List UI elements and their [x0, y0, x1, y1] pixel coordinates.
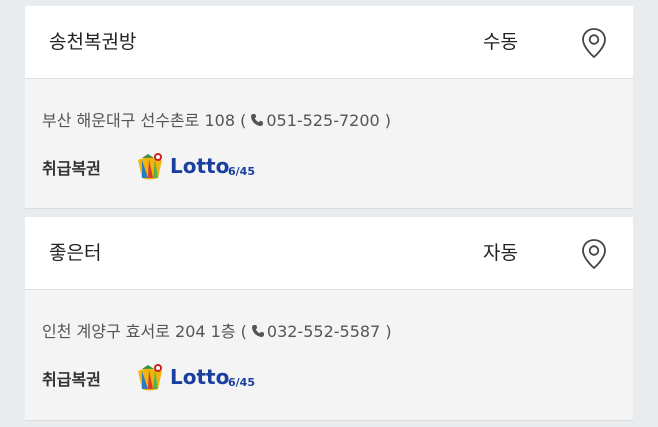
- store-phone[interactable]: 051-525-7200: [266, 111, 379, 130]
- map-pin-icon[interactable]: [580, 27, 608, 59]
- lotto-text: Lotto: [170, 154, 229, 178]
- lotto-logo: Lotto 6/45: [138, 153, 255, 180]
- handled-label: 취급복권: [42, 159, 101, 178]
- store-card: 좋은터 자동 인천 계양구 효서로 204 1층 (032-552-5587 )…: [25, 217, 633, 421]
- map-pin-icon[interactable]: [580, 238, 608, 270]
- address-line: 인천 계양구 효서로 204 1층 (032-552-5587 ): [42, 318, 392, 342]
- store-card-header: 송천복권방 수동: [25, 6, 633, 79]
- lotto-suffix: 6/45: [228, 165, 255, 178]
- lottery-type: 수동: [483, 31, 518, 53]
- lotto-logo: Lotto 6/45: [138, 364, 255, 391]
- phone-icon: [251, 323, 265, 342]
- lotto-text: Lotto: [170, 365, 229, 389]
- store-card-header: 좋은터 자동: [25, 217, 633, 290]
- paren-close: ): [380, 322, 392, 341]
- store-phone[interactable]: 032-552-5587: [267, 322, 380, 341]
- paren-open: (: [240, 322, 247, 341]
- store-name: 좋은터: [49, 242, 102, 264]
- store-list: 송천복권방 수동 부산 해운대구 선수촌로 108 (051-525-7200 …: [0, 0, 658, 427]
- lotto-pot-icon: [138, 153, 162, 180]
- phone-icon: [250, 112, 264, 131]
- paren-close: ): [379, 111, 392, 130]
- store-name: 송천복권방: [49, 31, 137, 53]
- lotto-suffix: 6/45: [228, 376, 255, 389]
- store-address: 부산 해운대구 선수촌로 108: [42, 111, 235, 130]
- store-address: 인천 계양구 효서로 204 1층: [42, 322, 236, 341]
- store-card: 송천복권방 수동 부산 해운대구 선수촌로 108 (051-525-7200 …: [25, 6, 633, 209]
- handled-label: 취급복권: [42, 370, 101, 389]
- lotto-pot-icon: [138, 364, 162, 391]
- paren-open: (: [240, 111, 247, 130]
- lottery-type: 자동: [483, 242, 518, 264]
- address-line: 부산 해운대구 선수촌로 108 (051-525-7200 ): [42, 107, 391, 131]
